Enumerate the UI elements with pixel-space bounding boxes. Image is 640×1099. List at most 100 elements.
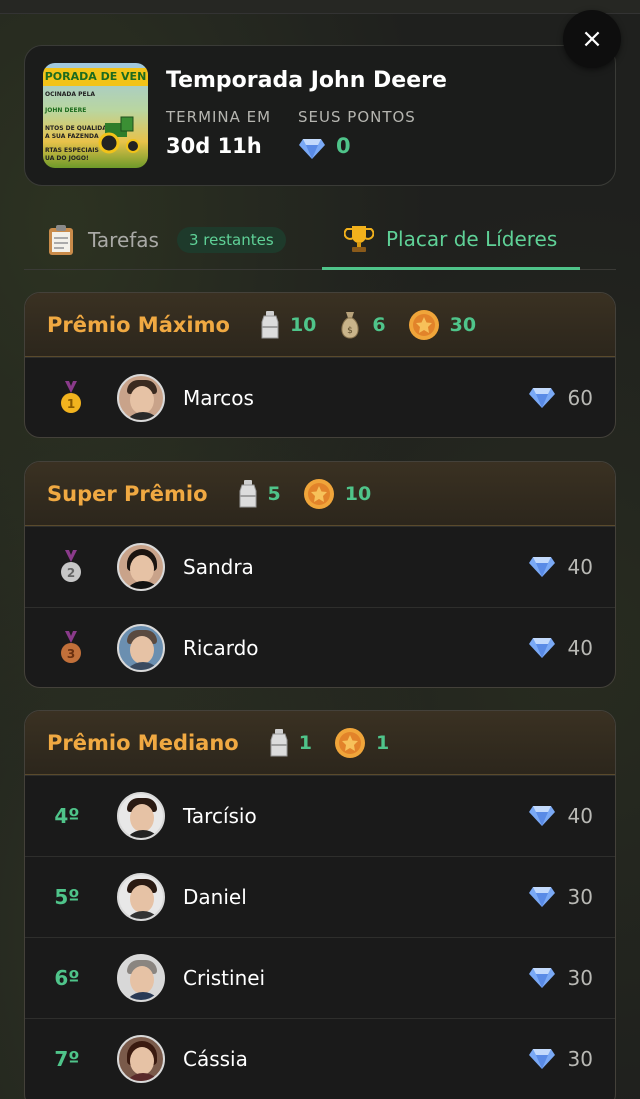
thumbnail-line: JOHN DEERE	[45, 107, 87, 114]
gem-icon	[528, 1049, 555, 1069]
milk-can-icon	[261, 310, 279, 338]
gold-coin-icon	[334, 727, 365, 758]
leaderboard-row[interactable]: 5º Daniel 30	[25, 856, 615, 937]
player-name: Sandra	[183, 555, 254, 579]
clipboard-icon	[49, 225, 73, 255]
rank-number: 7º	[54, 1047, 80, 1071]
thumbnail-line: UA DO JOGO!	[45, 155, 89, 162]
milk-can-icon	[270, 728, 288, 756]
close-icon: ×	[581, 24, 603, 54]
player-score: 30	[528, 885, 593, 909]
season-title: Temporada John Deere	[166, 68, 447, 93]
reward-value: 10	[344, 482, 372, 505]
gold-coin-icon	[408, 309, 439, 340]
avatar	[117, 792, 165, 840]
player-score: 30	[528, 966, 593, 990]
tier-title: Super Prêmio	[47, 481, 208, 506]
tier-title: Prêmio Mediano	[47, 730, 239, 755]
reward-value: 30	[449, 313, 477, 336]
milk-can-icon	[239, 479, 257, 507]
reward-value: 10	[289, 313, 317, 336]
ends-value: 30d 11h	[166, 134, 262, 158]
points-gem-icon	[298, 138, 326, 164]
svg-text:3: 3	[67, 647, 75, 661]
rank-number: 6º	[54, 966, 80, 990]
trophy-icon	[344, 226, 374, 252]
tier-header: Prêmio Máximo 10 $ 6 30	[25, 293, 615, 357]
player-name: Marcos	[183, 386, 254, 410]
top-status-strip	[0, 0, 640, 14]
rank-cell: 6º	[25, 966, 117, 990]
rank-number: 4º	[54, 804, 80, 828]
leaderboard-row[interactable]: 3 Ricardo 40	[25, 607, 615, 687]
tab-tasks[interactable]: Tarefas 3 restantes	[46, 224, 286, 256]
score-value: 60	[567, 386, 593, 410]
close-button[interactable]: ×	[563, 10, 621, 68]
svg-text:2: 2	[67, 566, 75, 580]
gem-icon	[528, 968, 555, 988]
silver-medal-icon: 2	[61, 550, 81, 582]
gold-medal-icon: 1	[61, 381, 81, 413]
reward-milk: 10	[260, 310, 316, 340]
thumbnail-line: OCINADA PELA	[45, 91, 96, 98]
reward-coin: 1	[334, 727, 389, 759]
leaderboard-row[interactable]: 2 Sandra 40	[25, 526, 615, 607]
tab-leaderboard[interactable]: Placar de Líderes	[344, 224, 557, 254]
tier-header: Prêmio Mediano 1 1	[25, 711, 615, 775]
player-score: 30	[528, 1047, 593, 1071]
gem-icon	[528, 638, 555, 658]
leaderboard-row[interactable]: 4º Tarcísio 40	[25, 775, 615, 856]
reward-value: 5	[267, 482, 281, 505]
avatar	[117, 374, 165, 422]
avatar	[117, 543, 165, 591]
bronze-medal-icon: 3	[61, 631, 81, 663]
svg-text:1: 1	[67, 397, 75, 411]
player-name: Daniel	[183, 885, 247, 909]
player-name: Tarcísio	[183, 804, 257, 828]
gem-icon	[528, 557, 555, 577]
tier-card-mediano: Prêmio Mediano 1 1 4º Tarcísio 40 5º Dan…	[24, 710, 616, 1099]
reward-coin: 30	[408, 309, 476, 341]
tier-card-maximo: Prêmio Máximo 10 $ 6 30 1 Marcos 60	[24, 292, 616, 438]
thumbnail-line: A SUA FAZENDA	[45, 133, 99, 140]
leaderboard-row[interactable]: 1 Marcos 60	[25, 357, 615, 437]
leaderboard-row[interactable]: 7º Cássia 30	[25, 1018, 615, 1099]
season-thumbnail: PORADA DE VEN OCINADA PELA JOHN DEERE NT…	[43, 63, 148, 168]
gem-icon	[528, 887, 555, 907]
tier-header: Super Prêmio 5 10	[25, 462, 615, 526]
thumbnail-banner-text: PORADA DE VEN	[43, 68, 148, 86]
player-score: 40	[528, 555, 593, 579]
player-name: Ricardo	[183, 636, 259, 660]
reward-milk: 1	[269, 728, 312, 758]
player-score: 60	[528, 386, 593, 410]
player-score: 40	[528, 804, 593, 828]
rank-cell: 7º	[25, 1047, 117, 1071]
gold-coin-icon	[303, 478, 334, 509]
gem-icon	[528, 388, 555, 408]
points-value: 0	[336, 134, 351, 158]
reward-value: 6	[372, 313, 386, 336]
rank-number: 5º	[54, 885, 80, 909]
season-header-card: PORADA DE VEN OCINADA PELA JOHN DEERE NT…	[24, 45, 616, 186]
player-name: Cristinei	[183, 966, 266, 990]
reward-value: 1	[375, 731, 390, 754]
reward-value: 1	[298, 731, 312, 754]
avatar	[117, 1035, 165, 1083]
player-score: 40	[528, 636, 593, 660]
leaderboard-row[interactable]: 6º Cristinei 30	[25, 937, 615, 1018]
rank-medal-bronze: 3	[25, 631, 117, 665]
points-label: SEUS PONTOS	[298, 108, 416, 126]
gem-icon	[528, 806, 555, 826]
reward-coin: 10	[303, 478, 371, 510]
tier-title: Prêmio Máximo	[47, 312, 230, 337]
svg-text:$: $	[348, 326, 354, 336]
active-tab-indicator	[322, 267, 580, 270]
money-bag-icon: $	[341, 311, 360, 339]
score-value: 30	[567, 885, 593, 909]
avatar	[117, 873, 165, 921]
ends-label: TERMINA EM	[166, 108, 272, 126]
score-value: 40	[567, 555, 593, 579]
tractor-icon	[98, 116, 140, 154]
thumbnail-line: RTAS ESPECIAIS	[45, 147, 99, 154]
score-value: 30	[567, 966, 593, 990]
